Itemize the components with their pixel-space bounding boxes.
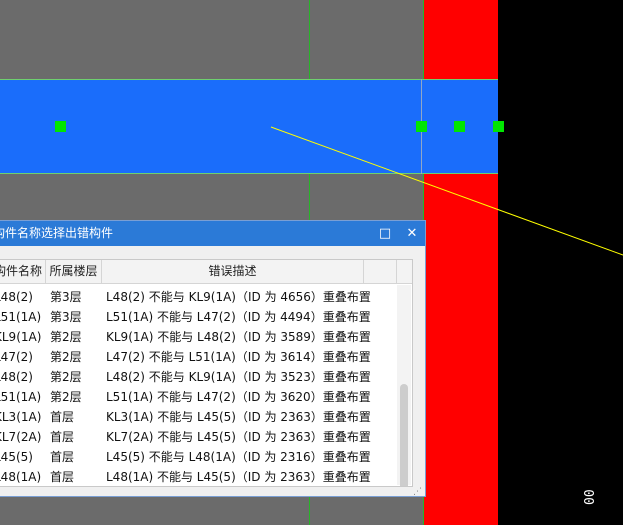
cell-floor: 第3层: [50, 290, 82, 304]
table-row[interactable]: L48(2) 第2层 L48(2) 不能与 KL9(1A)（ID 为 3523）重叠…: [0, 367, 400, 387]
table-row[interactable]: L51(1A) 第3层 L51(1A) 不能与 L47(2)（ID 为 4494）重…: [0, 307, 400, 327]
close-button[interactable]: ✕: [399, 221, 425, 246]
cell-description: L48(2) 不能与 KL9(1A)（ID 为 3523）重叠布置: [106, 370, 371, 384]
table-row[interactable]: L51(1A) 第2层 L51(1A) 不能与 L47(2)（ID 为 3620）重…: [0, 387, 400, 407]
cell-floor: 首层: [50, 450, 75, 464]
cell-floor: 第2层: [50, 370, 82, 384]
vertical-scrollbar[interactable]: [397, 285, 411, 486]
cell-description: L48(1A) 不能与 L45(5)（ID 为 2363）重叠布置: [106, 470, 371, 484]
dialog-title: 构件名称选择出错构件: [0, 226, 114, 240]
cell-name: L45(5): [0, 450, 33, 464]
cell-name: L51(1A): [0, 310, 42, 324]
cell-description: L51(1A) 不能与 L47(2)（ID 为 3620）重叠布置: [106, 390, 371, 404]
cell-description: KL3(1A) 不能与 L45(5)（ID 为 2363）重叠布置: [106, 410, 371, 424]
column-header-desc[interactable]: 错误描述: [102, 260, 364, 283]
table-row[interactable]: L48(2) 第3层 L48(2) 不能与 KL9(1A)（ID 为 4656）重叠…: [0, 287, 400, 307]
cell-floor: 第3层: [50, 310, 82, 324]
dialog-titlebar[interactable]: 构件名称选择出错构件 □ ✕: [0, 221, 425, 246]
cell-description: L45(5) 不能与 L48(1A)（ID 为 2316）重叠布置: [106, 450, 371, 464]
cell-name: KL9(1A): [0, 330, 42, 344]
cell-floor: 首层: [50, 410, 75, 424]
cell-name: L48(1A): [0, 470, 42, 484]
coordinate-text: 00: [583, 489, 598, 505]
table-row[interactable]: KL9(1A) 第2层 KL9(1A) 不能与 L48(2)（ID 为 3589）重…: [0, 327, 400, 347]
cell-description: KL9(1A) 不能与 L48(2)（ID 为 3589）重叠布置: [106, 330, 371, 344]
column-header-floor[interactable]: 所属楼层: [46, 260, 102, 283]
cell-name: L51(1A): [0, 390, 42, 404]
cell-description: L48(2) 不能与 KL9(1A)（ID 为 4656）重叠布置: [106, 290, 371, 304]
cell-name: KL7(2A): [0, 430, 42, 444]
column-header-filler: [364, 260, 397, 283]
column-header-name[interactable]: 构件名称: [0, 260, 46, 283]
cell-name: L48(2): [0, 370, 33, 384]
resize-grip-icon[interactable]: ⋰: [413, 487, 424, 497]
error-dialog: 构件名称选择出错构件 □ ✕ 构件名称 所属楼层 错误描述 L48(2)第3层L…: [0, 220, 426, 497]
cell-description: L47(2) 不能与 L51(1A)（ID 为 3614）重叠布置: [106, 350, 371, 364]
cell-name: KL3(1A): [0, 410, 42, 424]
table-row[interactable]: KL3(1A) 首层 KL3(1A) 不能与 L45(5)（ID 为 2363）重叠…: [0, 407, 400, 427]
cell-description: L51(1A) 不能与 L47(2)（ID 为 4494）重叠布置: [106, 310, 371, 324]
table-header: 构件名称 所属楼层 错误描述: [0, 260, 412, 284]
table-row[interactable]: L45(5) 首层 L45(5) 不能与 L48(1A)（ID 为 2316）重叠布…: [0, 447, 400, 467]
cell-description: KL7(2A) 不能与 L45(5)（ID 为 2363）重叠布置: [106, 430, 371, 444]
cell-floor: 第2层: [50, 390, 82, 404]
table-row[interactable]: KL7(2A) 首层 KL7(2A) 不能与 L45(5)（ID 为 2363）重叠…: [0, 427, 400, 447]
maximize-button[interactable]: □: [372, 221, 398, 246]
maximize-icon: □: [378, 226, 392, 241]
scrollbar-thumb[interactable]: [400, 384, 408, 486]
table-row[interactable]: L48(1A) 首层 L48(1A) 不能与 L45(5)（ID 为 2363）重叠…: [0, 467, 400, 486]
cell-floor: 第2层: [50, 330, 82, 344]
error-table: 构件名称 所属楼层 错误描述 L48(2) 第3层 L48(2) 不能与 KL9(1…: [0, 259, 413, 487]
cell-floor: 首层: [50, 430, 75, 444]
cell-name: L48(2): [0, 290, 33, 304]
cell-floor: 第2层: [50, 350, 82, 364]
table-row[interactable]: L47(2) 第2层 L47(2) 不能与 L51(1A)（ID 为 3614）重叠…: [0, 347, 400, 367]
cell-floor: 首层: [50, 470, 75, 484]
close-icon: ✕: [406, 226, 418, 241]
cell-name: L47(2): [0, 350, 33, 364]
